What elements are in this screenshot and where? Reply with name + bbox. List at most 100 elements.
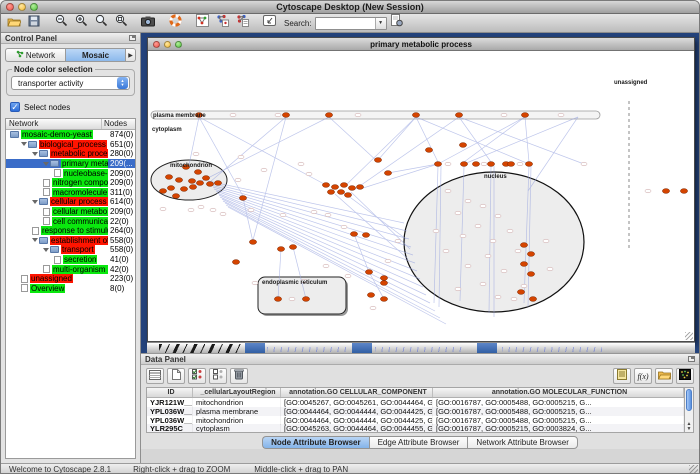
tree-column-network[interactable]: Network [6,119,102,129]
network-node[interactable] [517,290,524,295]
network-node-small[interactable] [160,207,166,211]
tree-row[interactable]: unassigned223(0) [6,274,135,284]
network-node[interactable] [344,193,351,198]
tree-row[interactable]: transport558(0) [6,245,135,255]
column-header-cellular-component[interactable]: annotation.GO CELLULAR_COMPONENT [281,388,433,397]
network-node[interactable] [340,183,347,188]
open-file-button[interactable] [4,15,24,32]
network-node[interactable] [159,189,166,194]
network-node-small[interactable] [341,225,347,229]
disclosure-triangle-icon[interactable] [21,142,27,146]
tree-row[interactable]: multi-organism pro42(0) [6,264,135,274]
float-panel-icon[interactable] [129,35,136,41]
network-node-small[interactable] [238,155,244,159]
search-input[interactable] [316,18,375,29]
scrollbar-thumb[interactable] [686,389,692,411]
tree-row[interactable]: response to stimulu264(0) [6,226,135,236]
network-node-small[interactable] [370,306,376,310]
network-node[interactable] [380,281,387,286]
tree-row[interactable]: secretion41(0) [6,255,135,265]
network-node-small[interactable] [275,113,281,117]
close-icon[interactable] [153,41,160,48]
network-node-small[interactable] [547,267,553,271]
network-node-small[interactable] [385,259,391,263]
network-node[interactable] [365,270,372,275]
network-node-small[interactable] [558,113,564,117]
network-node-small[interactable] [460,234,466,238]
network-edge[interactable] [528,117,578,191]
network-node[interactable] [680,189,687,194]
network-edge[interactable] [208,181,404,223]
tree-row[interactable]: mosaic-demo-yeast874(0) [6,130,135,140]
network-node-small[interactable] [443,249,449,253]
function-builder-button[interactable]: f(x) [634,368,652,384]
network-node[interactable] [289,245,296,250]
network-node[interactable] [374,158,381,163]
network-node[interactable] [507,162,514,167]
network-node[interactable] [362,233,369,238]
network-node[interactable] [302,297,309,302]
network-node-small[interactable] [475,224,481,228]
network-node-small[interactable] [445,162,451,166]
network-node[interactable] [214,181,221,186]
network-node-small[interactable] [480,204,486,208]
network-node-small[interactable] [507,229,513,233]
select-attributes-button[interactable] [146,368,164,384]
select-nodes-checkbox[interactable]: ✓ [10,102,20,112]
disclosure-triangle-icon[interactable] [43,162,49,166]
network-node[interactable] [350,232,357,237]
network-node-small[interactable] [261,168,267,172]
network-edge[interactable] [189,117,199,165]
maximize-icon[interactable] [175,41,182,48]
network-node[interactable] [274,297,281,302]
network-node[interactable] [327,190,334,195]
column-header-molecular-function[interactable]: annotation.GO MOLECULAR_FUNCTION [433,388,684,397]
create-attribute-button[interactable] [167,368,185,384]
attribute-matrix-button[interactable] [676,368,694,384]
table-row[interactable]: YLR295Ccytoplasm[GO:0045263, GO:0044464,… [147,424,684,433]
network-node-small[interactable] [252,281,258,285]
select-all-attributes-button[interactable] [188,368,206,384]
network-node-small[interactable] [323,264,329,268]
float-panel-icon[interactable] [688,356,695,362]
tree-row[interactable]: cellular metabo209(0) [6,207,135,217]
import-network-button[interactable] [212,15,232,32]
network-node-small[interactable] [235,178,241,182]
network-node-small[interactable] [455,287,461,291]
network-edge[interactable] [219,195,420,279]
network-node-small[interactable] [515,249,521,253]
network-node[interactable] [527,272,534,277]
network-node-small[interactable] [230,113,236,117]
network-node-small[interactable] [433,229,439,233]
network-node-small[interactable] [543,239,549,243]
snapshot-button[interactable] [138,15,158,32]
network-node-small[interactable] [248,208,254,212]
network-node[interactable] [322,183,329,188]
network-edge[interactable] [344,117,416,187]
network-node[interactable] [520,262,527,267]
network-node-small[interactable] [395,239,401,243]
scrollbar-buttons[interactable]: ▲▼ [685,422,693,432]
help-button[interactable] [165,15,185,32]
network-node[interactable] [194,170,201,175]
network-node[interactable] [460,162,467,167]
tab-edge-attribute-browser[interactable]: Edge Attribute Browser [369,436,468,449]
disclosure-triangle-icon[interactable] [32,152,38,156]
close-button[interactable] [6,3,14,11]
table-row[interactable]: YPL036W__2plasma membrane[GO:0044464, GO… [147,407,684,416]
tree-row[interactable]: macromolecule311(0) [6,188,135,198]
network-node-small[interactable] [495,295,501,299]
network-edge[interactable] [459,117,491,162]
tab-node-attribute-browser[interactable]: Node Attribute Browser [262,436,369,449]
tab-network-attribute-browser[interactable]: Network Attribute Browser [467,436,577,449]
network-edge[interactable] [525,117,529,162]
network-node[interactable] [487,162,494,167]
network-node-small[interactable] [517,162,523,166]
network-edge[interactable] [329,117,378,162]
network-node-small[interactable] [465,199,471,203]
background-window-strip[interactable] [147,342,695,353]
network-node[interactable] [202,176,209,181]
tree-row[interactable]: cell communicat22(0) [6,216,135,226]
network-node[interactable] [175,178,182,183]
network-edge[interactable] [464,117,525,162]
